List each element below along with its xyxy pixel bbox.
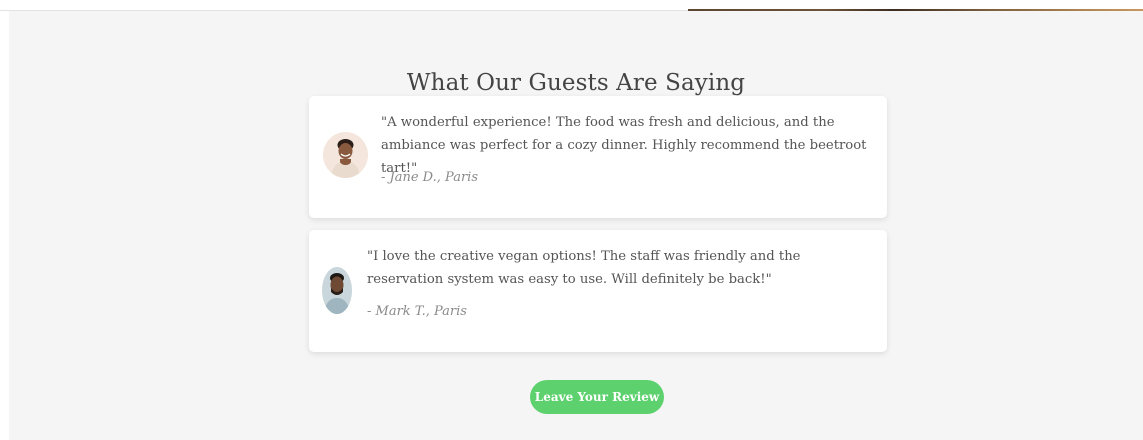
woman-portrait-icon xyxy=(323,132,368,178)
man-portrait-icon xyxy=(322,267,352,314)
testimonial-quote: "I love the creative vegan options! The … xyxy=(367,249,801,287)
leave-review-button[interactable]: Leave Your Review xyxy=(530,380,664,414)
testimonial-card: "A wonderful experience! The food was fr… xyxy=(309,96,887,218)
testimonial-author: - Mark T., Paris xyxy=(367,304,467,319)
testimonial-author: - Jane D., Paris xyxy=(381,170,478,185)
testimonial-card: "I love the creative vegan options! The … xyxy=(309,230,887,352)
testimonials-section: What Our Guests Are Saying "A wonderful … xyxy=(9,11,1143,440)
section-title: What Our Guests Are Saying xyxy=(406,70,746,97)
guest-avatar xyxy=(322,267,352,314)
guest-avatar xyxy=(323,132,368,178)
